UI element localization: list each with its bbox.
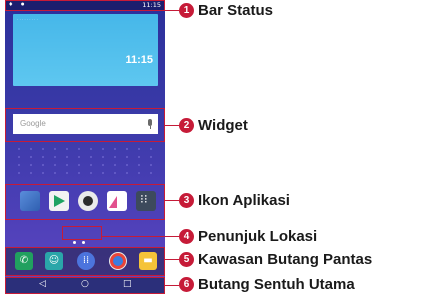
- quick-button-highlight: [5, 247, 165, 276]
- callout-label-4: Penunjuk Lokasi: [198, 228, 318, 245]
- callout-label-3: Ikon Aplikasi: [198, 192, 290, 209]
- widget-time: 11:15: [125, 54, 153, 66]
- callout-line-3: [165, 200, 179, 202]
- widget-highlight: [5, 108, 165, 142]
- callout-line-5: [165, 259, 179, 261]
- widget-location-text: · · · · · · · · ·: [17, 17, 38, 22]
- callout-number-3: 3: [179, 193, 194, 208]
- touch-buttons-highlight: [5, 277, 165, 294]
- status-bar-highlight: [5, 0, 165, 11]
- callout-line-6: [165, 285, 179, 287]
- callout-label-2: Widget: [198, 117, 248, 134]
- callout-label-5: Kawasan Butang Pantas: [198, 251, 373, 268]
- callout-number-2: 2: [179, 118, 194, 133]
- callout-number-4: 4: [179, 229, 194, 244]
- callout-number-5: 5: [179, 252, 194, 267]
- app-icons-highlight: [5, 184, 165, 220]
- page-dot: [82, 241, 85, 244]
- callout-line-4: [102, 236, 179, 238]
- callout-number-1: 1: [179, 3, 194, 18]
- clock-widget[interactable]: · · · · · · · · · 11:15: [13, 14, 158, 86]
- callout-line-2: [165, 125, 179, 127]
- callout-line-1: [165, 10, 179, 12]
- callout-label-6: Butang Sentuh Utama: [198, 276, 355, 293]
- page-dot: [73, 241, 76, 244]
- callout-label-1: Bar Status: [198, 2, 274, 19]
- callout-number-6: 6: [179, 277, 194, 292]
- wallpaper-pattern: [13, 145, 158, 175]
- page-indicator-highlight: [62, 226, 102, 240]
